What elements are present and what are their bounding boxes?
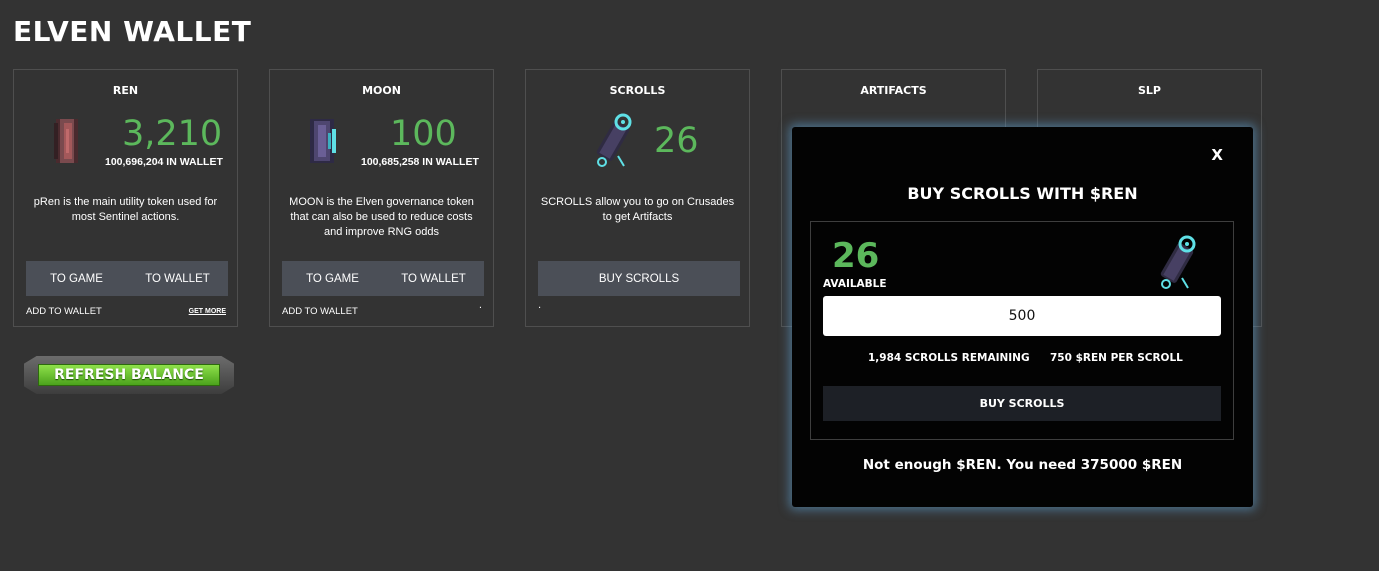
transfer-buttons: TO GAME TO WALLET [26, 261, 228, 296]
separator-dot: · [538, 303, 542, 314]
transfer-buttons: TO GAME TO WALLET [282, 261, 484, 296]
price-per-scroll: 750 $REN PER SCROLL [1050, 352, 1183, 364]
buy-scrolls-modal: X BUY SCROLLS WITH $REN 26 AVAILABLE 1,9… [792, 127, 1253, 507]
token-description: SCROLLS allow you to go on Crusades to g… [540, 196, 735, 223]
token-description: pRen is the main utility token used for … [33, 196, 218, 223]
scroll-icon [1160, 235, 1196, 289]
buy-scrolls-button[interactable]: BUY SCROLLS [538, 261, 740, 296]
refresh-balance-button[interactable]: REFRESH BALANCE [24, 356, 234, 394]
scroll-icon [596, 113, 632, 167]
page-title: ELVEN WALLET [13, 15, 252, 48]
card-title: SLP [1138, 84, 1161, 97]
add-to-wallet-link[interactable]: ADD TO WALLET [282, 306, 358, 317]
ren-token-icon [54, 119, 78, 163]
scrolls-remaining: 1,984 SCROLLS REMAINING [868, 352, 1030, 364]
card-title: ARTIFACTS [860, 84, 927, 97]
get-more-link[interactable]: GET MORE [189, 308, 226, 315]
to-game-button[interactable]: TO GAME [26, 261, 127, 296]
token-amount: 100 [390, 114, 457, 154]
separator-dot: · [478, 303, 482, 314]
card-title: SCROLLS [609, 84, 666, 97]
token-description: MOON is the Elven governance token that … [289, 196, 474, 238]
quantity-input[interactable] [823, 296, 1221, 336]
available-count: 26 [832, 236, 880, 276]
available-label: AVAILABLE [823, 278, 887, 290]
refresh-label: REFRESH BALANCE [38, 364, 220, 386]
buy-scrolls-button[interactable]: BUY SCROLLS [823, 386, 1221, 421]
error-message: Not enough $REN. You need 375000 $REN [862, 457, 1183, 473]
wallet-page: ELVEN WALLET REN 3,210 100,696,204 IN WA… [0, 0, 1379, 571]
token-amount: 3,210 [122, 114, 223, 154]
to-game-button[interactable]: TO GAME [282, 261, 383, 296]
ren-card: REN 3,210 100,696,204 IN WALLET pRen is … [13, 69, 238, 327]
scrolls-card: SCROLLS 26 SCROLLS allow you to go on Cr… [525, 69, 750, 327]
add-to-wallet-link[interactable]: ADD TO WALLET [26, 306, 102, 317]
wallet-amount: 100,696,204 IN WALLET [105, 156, 223, 168]
scroll-buttons: BUY SCROLLS [538, 261, 740, 296]
card-title: REN [112, 84, 139, 97]
close-button[interactable]: X [1211, 146, 1223, 164]
moon-token-icon [310, 119, 336, 163]
to-wallet-button[interactable]: TO WALLET [383, 261, 484, 296]
purchase-panel: 26 AVAILABLE 1,984 SCROLLS REMAINING 750… [810, 221, 1234, 440]
modal-title: BUY SCROLLS WITH $REN [907, 184, 1138, 203]
moon-card: MOON 100 100,685,258 IN WALLET MOON is t… [269, 69, 494, 327]
wallet-amount: 100,685,258 IN WALLET [361, 156, 479, 168]
to-wallet-button[interactable]: TO WALLET [127, 261, 228, 296]
card-title: MOON [362, 84, 401, 97]
token-amount: 26 [654, 121, 699, 161]
